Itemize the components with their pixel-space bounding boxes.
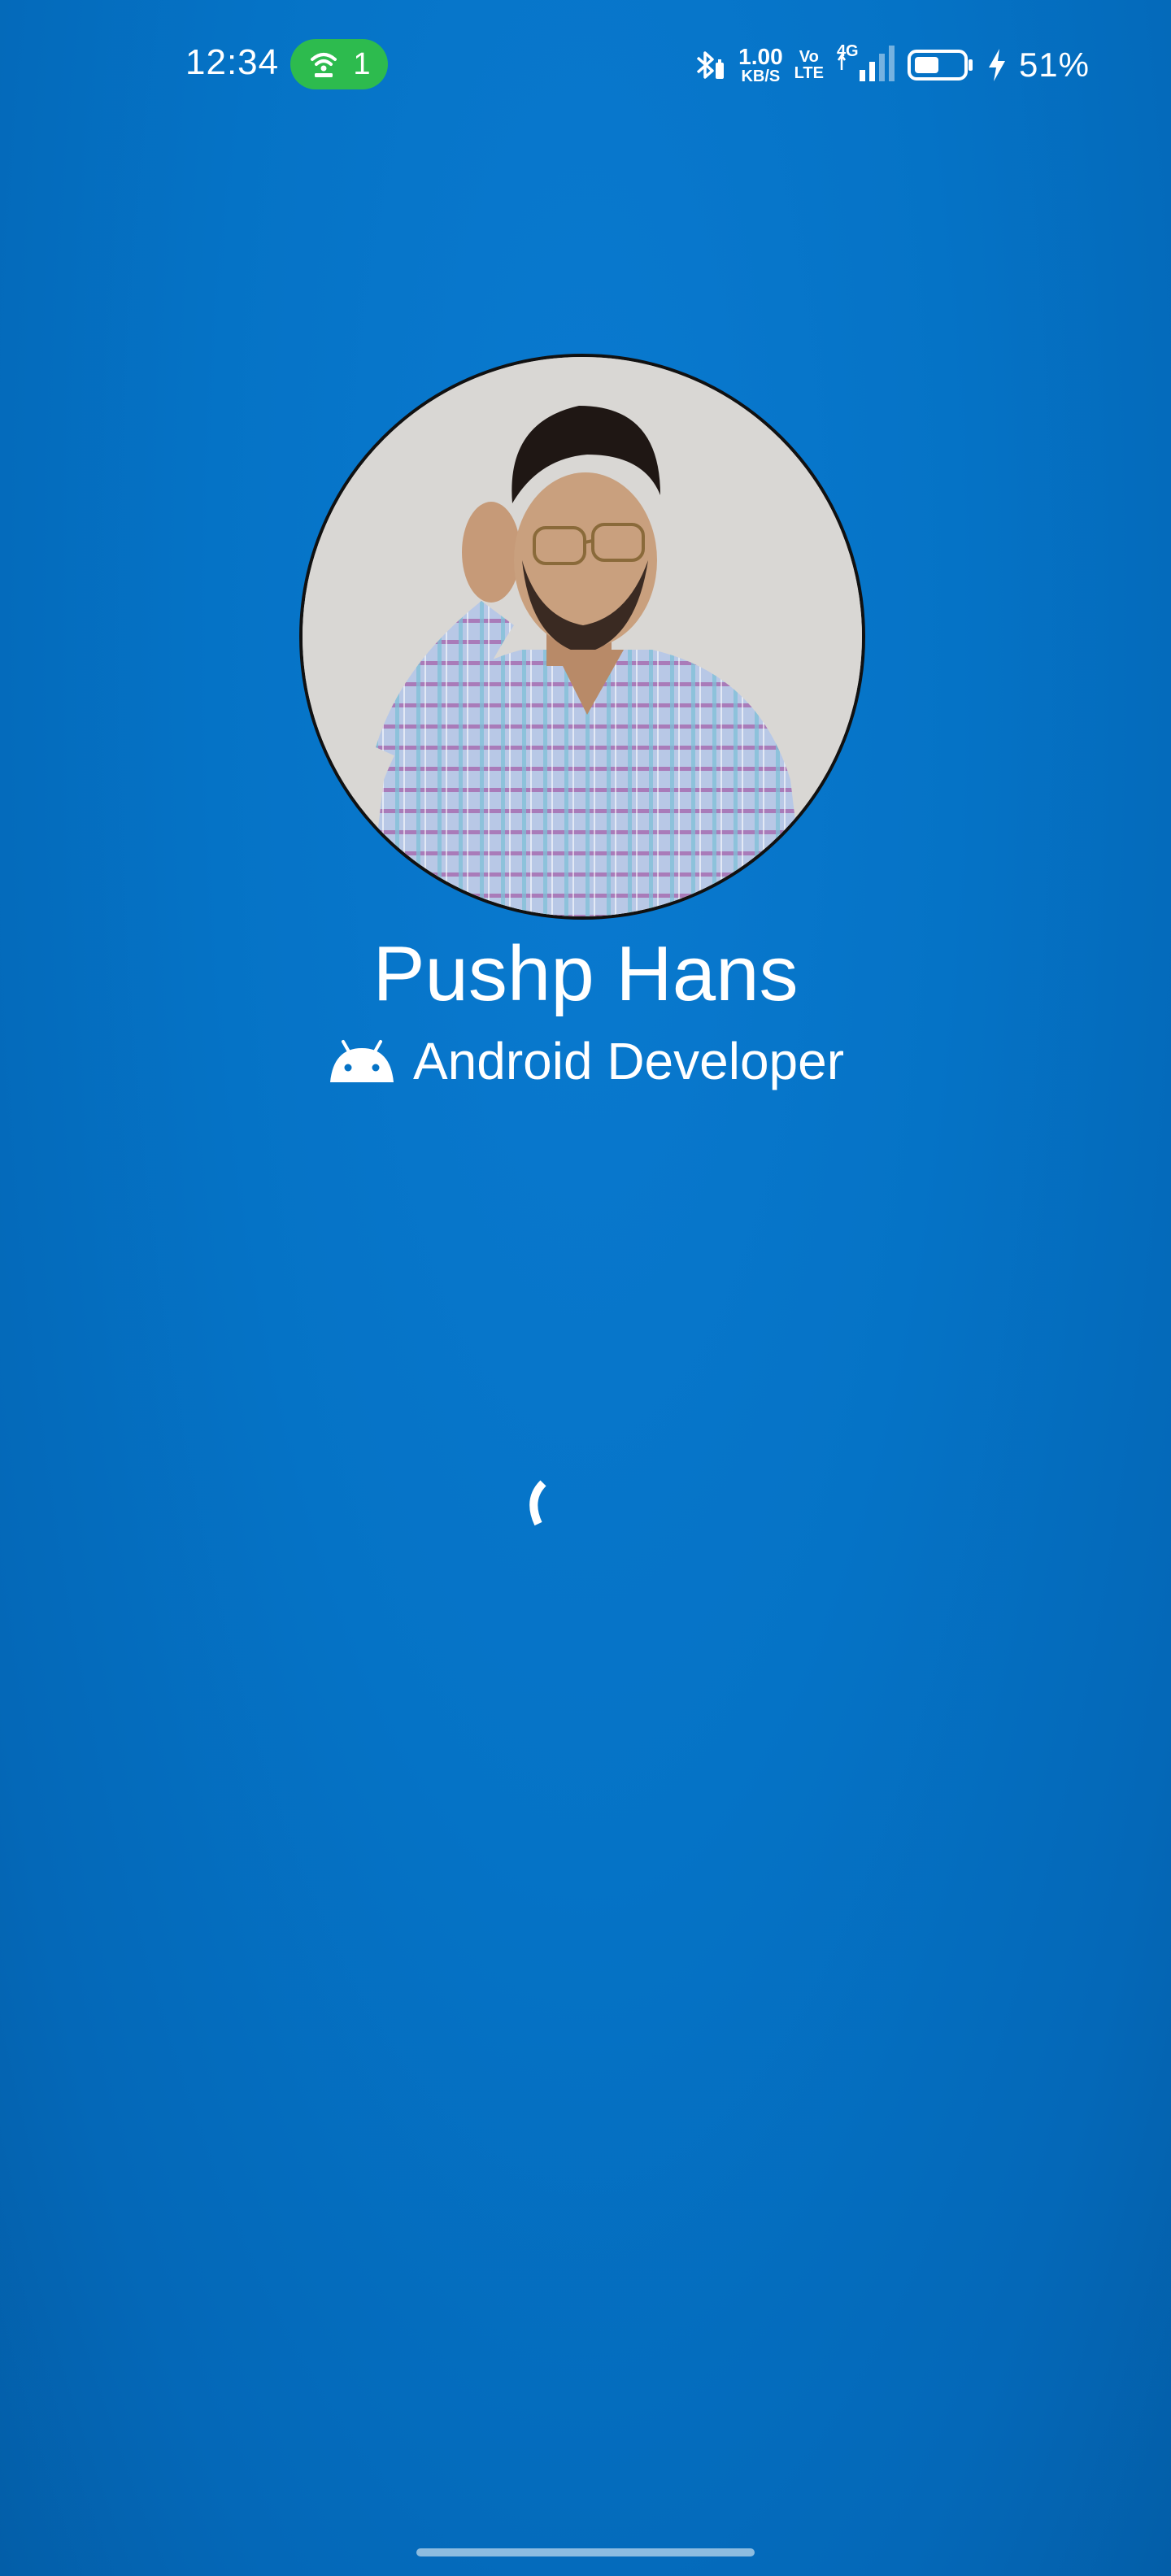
- cellular-signal: 4G: [835, 42, 895, 88]
- android-icon: [329, 1040, 394, 1082]
- status-icons: 1.00 KB/S Vo LTE 4G 51%: [693, 42, 1090, 88]
- home-indicator[interactable]: [416, 2548, 755, 2556]
- hotspot-indicator[interactable]: 1: [290, 39, 388, 89]
- net-speed-value: 1.00: [738, 44, 783, 69]
- hotspot-count: 1: [353, 46, 371, 81]
- net-speed-unit: KB/S: [741, 67, 781, 85]
- signal-icon: [837, 46, 895, 81]
- volte-bottom-label: LTE: [794, 64, 824, 82]
- volte-top-label: Vo: [799, 48, 819, 66]
- profile-role: Android Developer: [0, 1031, 1171, 1091]
- battery-percent: 51%: [1018, 46, 1090, 84]
- profile-role-label: Android Developer: [412, 1032, 845, 1090]
- status-time: 12:34: [185, 42, 280, 82]
- charging-icon: [988, 49, 1005, 81]
- net-speed: 1.00 KB/S: [738, 46, 783, 85]
- loading-spinner-icon: [529, 1480, 546, 1526]
- profile-photo: [303, 357, 862, 916]
- bluetooth-icon: [696, 51, 725, 79]
- profile-name: Pushp Hans: [372, 930, 799, 1017]
- profile-avatar: [299, 354, 865, 920]
- status-bar: 12:34 1 1.00 KB/S Vo LTE 4G 51%: [0, 0, 1171, 130]
- battery-icon: [907, 50, 973, 80]
- volte-indicator: Vo LTE: [794, 49, 824, 81]
- hotspot-icon: [311, 53, 337, 77]
